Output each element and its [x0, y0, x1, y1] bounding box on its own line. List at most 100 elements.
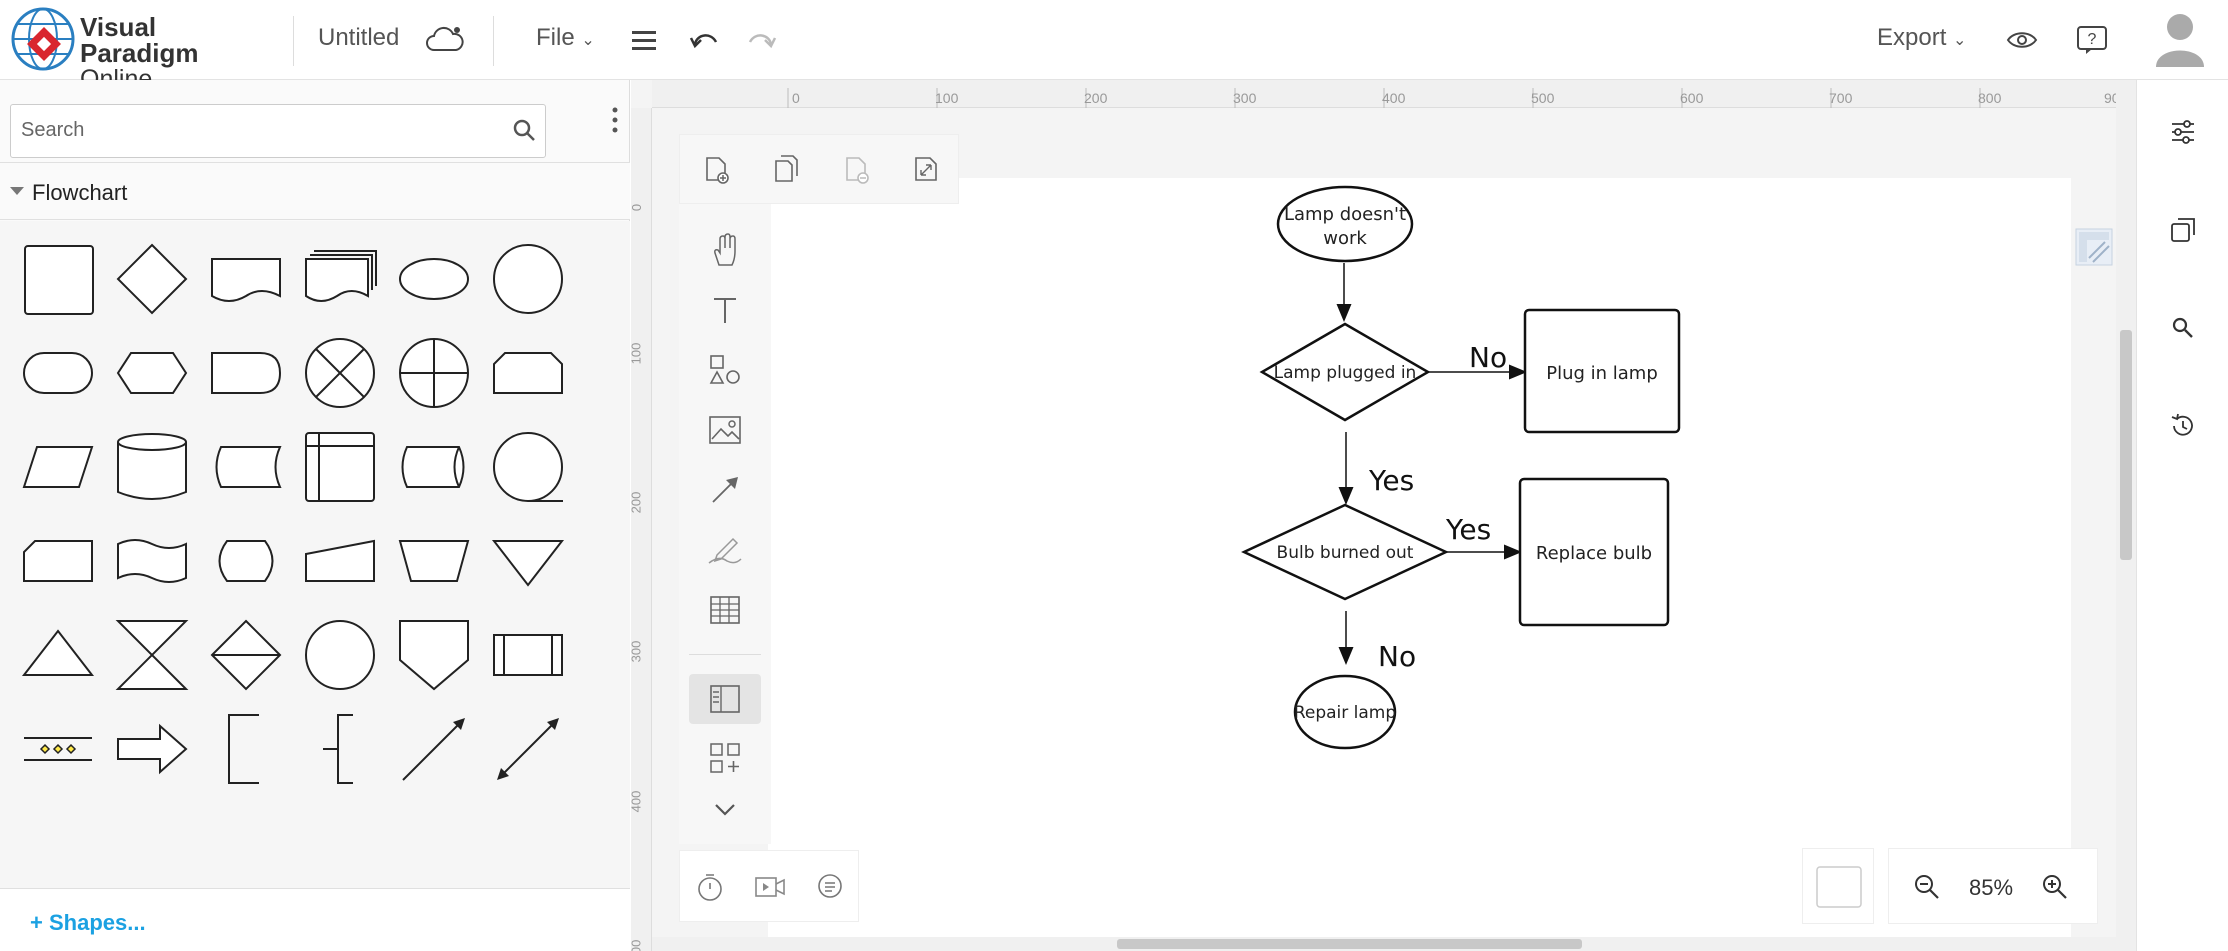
- document-title[interactable]: Untitled: [318, 24, 399, 52]
- redo-icon[interactable]: [742, 20, 782, 60]
- pages-icon[interactable]: [2163, 210, 2203, 250]
- horizontal-scrollbar[interactable]: [652, 937, 2116, 951]
- decision-shape[interactable]: [112, 239, 192, 319]
- format-settings-icon[interactable]: [2163, 112, 2203, 152]
- minimap-icon: [1816, 866, 1862, 908]
- more-shapes-link[interactable]: + Shapes...: [30, 910, 146, 936]
- cloud-save-icon[interactable]: [424, 20, 464, 60]
- right-sidebar: [2136, 80, 2228, 951]
- edge-label-yes2: Yes: [1445, 513, 1491, 546]
- terminator-shape[interactable]: [18, 333, 98, 413]
- action2-label: Replace bulb: [1536, 543, 1652, 564]
- minimap-toggle[interactable]: [1802, 848, 1874, 924]
- vertical-scrollbar[interactable]: [2116, 80, 2136, 951]
- file-menu[interactable]: File ⌄: [536, 24, 595, 52]
- file-menu-label: File: [536, 24, 575, 51]
- edge-label-no2: No: [1378, 640, 1416, 673]
- visual-paradigm-logo-icon: [11, 7, 75, 71]
- zoom-level[interactable]: 85%: [1969, 875, 2013, 901]
- predefined-process-shape[interactable]: [488, 615, 568, 695]
- divider: [493, 16, 494, 66]
- zoom-controls: 85%: [1888, 848, 2098, 924]
- svg-text:?: ?: [2088, 31, 2097, 48]
- database-shape[interactable]: [112, 427, 192, 507]
- diagram-canvas-area[interactable]: 0 100 200 300 400 500 600 700 800 900 0 …: [628, 80, 2136, 951]
- merge-shape[interactable]: [488, 521, 568, 601]
- app-logo[interactable]: Visual Paradigm Online: [10, 6, 280, 92]
- document-shape[interactable]: [206, 239, 286, 319]
- vertical-scroll-thumb[interactable]: [2120, 330, 2132, 560]
- edge-label-no1: No: [1469, 341, 1507, 374]
- search-icon[interactable]: [2163, 308, 2203, 348]
- start-node-label-line2: work: [1323, 228, 1367, 249]
- action1-label: Plug in lamp: [1546, 363, 1658, 384]
- search-input[interactable]: [21, 119, 491, 142]
- divider: [293, 16, 294, 66]
- bidirectional-arrow-shape[interactable]: [488, 709, 568, 789]
- zoom-in-icon[interactable]: [2035, 867, 2075, 907]
- or-shape[interactable]: [394, 333, 474, 413]
- parallel-mode-shape[interactable]: [18, 709, 98, 789]
- flowchart-section-header[interactable]: Flowchart: [0, 162, 630, 220]
- process-shape[interactable]: [18, 239, 98, 319]
- internal-storage-shape[interactable]: [300, 427, 380, 507]
- circle-shape[interactable]: [488, 239, 568, 319]
- preparation-shape[interactable]: [112, 333, 192, 413]
- curly-annotation-shape[interactable]: [300, 709, 380, 789]
- multi-document-shape[interactable]: [300, 239, 380, 319]
- help-icon[interactable]: ?: [2072, 20, 2112, 60]
- video-icon[interactable]: [750, 867, 790, 907]
- avatar-icon[interactable]: [2150, 8, 2210, 68]
- top-bar: Visual Paradigm Online Untitled File ⌄ E…: [0, 0, 2228, 92]
- annotation-shape[interactable]: [206, 709, 286, 789]
- bottom-toolbar: [679, 850, 859, 922]
- end-node-label: Repair lamp: [1294, 703, 1396, 723]
- extract-shape[interactable]: [18, 615, 98, 695]
- paper-tape-shape[interactable]: [112, 521, 192, 601]
- more-options-icon[interactable]: [605, 102, 625, 138]
- sequential-data-shape[interactable]: [488, 427, 568, 507]
- undo-icon[interactable]: [684, 20, 724, 60]
- zoom-out-icon[interactable]: [1907, 867, 1947, 907]
- search-box: [10, 104, 546, 158]
- display-shape[interactable]: [206, 521, 286, 601]
- more-shapes-label: Shapes...: [48, 910, 146, 935]
- connector-shape[interactable]: [300, 615, 380, 695]
- collate-shape[interactable]: [112, 615, 192, 695]
- comment-icon[interactable]: [810, 867, 850, 907]
- brand-name: Visual Paradigm: [80, 12, 199, 68]
- manual-input-shape[interactable]: [300, 521, 380, 601]
- search-icon[interactable]: [511, 117, 537, 148]
- off-page-connector-shape[interactable]: [394, 615, 474, 695]
- history-icon[interactable]: [2163, 406, 2203, 446]
- manual-operation-shape[interactable]: [394, 521, 474, 601]
- loop-limit-shape[interactable]: [488, 333, 568, 413]
- ruler-toggle-icon[interactable]: [2075, 228, 2113, 266]
- ellipse-shape[interactable]: [394, 239, 474, 319]
- sort-shape[interactable]: [206, 615, 286, 695]
- shape-library-panel: Flowchart: [0, 80, 630, 951]
- plus-icon: +: [30, 910, 43, 935]
- decision2-label: Bulb burned out: [1277, 543, 1414, 563]
- arrow-shape[interactable]: [112, 709, 192, 789]
- summing-junction-shape[interactable]: [300, 333, 380, 413]
- export-menu-label: Export: [1877, 24, 1947, 51]
- direct-data-shape[interactable]: [394, 427, 474, 507]
- decision1-label: Lamp plugged in: [1274, 363, 1417, 383]
- start-node-label-line1: Lamp doesn't: [1284, 204, 1406, 225]
- stored-data-shape[interactable]: [206, 427, 286, 507]
- horizontal-scroll-thumb[interactable]: [1117, 939, 1582, 949]
- line-arrow-shape[interactable]: [394, 709, 474, 789]
- section-title: Flowchart: [32, 180, 128, 205]
- shape-grid: [0, 221, 630, 889]
- menu-icon[interactable]: [624, 20, 664, 60]
- data-shape[interactable]: [18, 427, 98, 507]
- export-menu[interactable]: Export ⌄: [1877, 24, 1966, 52]
- delay-shape[interactable]: [206, 333, 286, 413]
- timer-icon[interactable]: [690, 867, 730, 907]
- flowchart-diagram: Lamp doesn't work Lamp plugged in Plug i…: [1241, 185, 1681, 750]
- eye-icon[interactable]: [2002, 20, 2042, 60]
- card-shape[interactable]: [18, 521, 98, 601]
- chevron-down-icon: ⌄: [1953, 32, 1967, 49]
- chevron-down-icon: ⌄: [581, 32, 595, 49]
